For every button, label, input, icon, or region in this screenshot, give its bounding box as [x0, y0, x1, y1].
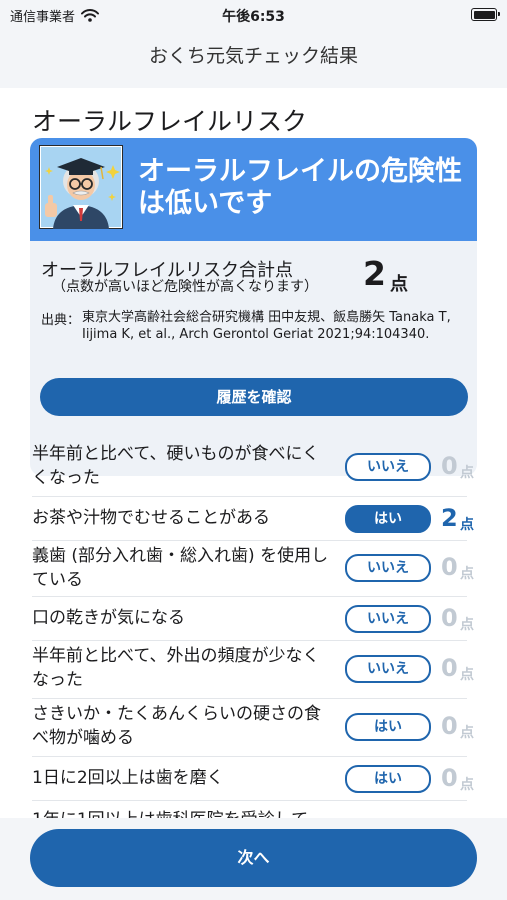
- question-text: 半年前と比べて、外出の頻度が少なくなった: [32, 646, 320, 690]
- question-score: 0: [441, 604, 458, 632]
- question-row: 半年前と比べて、硬いものが食べにくくなった いいえ 0 点: [32, 438, 474, 497]
- answer-pill: いいえ: [345, 554, 431, 582]
- status-bar: 通信事業者 午後6:53: [0, 0, 507, 28]
- score-value: 2: [363, 254, 386, 293]
- question-score: 0: [441, 712, 458, 740]
- question-score: 0: [441, 553, 458, 581]
- question-row: 1日に2回以上は歯を磨く はい 0 点: [32, 756, 474, 801]
- question-score-unit: 点: [460, 465, 474, 481]
- battery-icon: [471, 8, 500, 21]
- question-text: 1日に2回以上は歯を磨く: [32, 768, 224, 788]
- question-text: 半年前と比べて、硬いものが食べにくくなった: [32, 444, 320, 488]
- question-score-unit: 点: [460, 667, 474, 683]
- question-text: 義歯 (部分入れ歯・総入れ歯) を使用している: [32, 546, 329, 590]
- score-unit: 点: [390, 274, 408, 295]
- question-row: 義歯 (部分入れ歯・総入れ歯) を使用している いいえ 0 点: [32, 540, 474, 597]
- question-score-unit: 点: [460, 777, 474, 793]
- question-score: 0: [441, 764, 458, 792]
- risk-card: オーラルフレイルの危険性は低いです オーラルフレイルリスク合計点 （点数が高いほ…: [30, 138, 477, 476]
- question-row: 口の乾きが気になる いいえ 0 点: [32, 596, 474, 641]
- question-text: 1年に1回以上は歯科医院を受診して: [32, 808, 432, 818]
- question-score: 2: [441, 504, 458, 532]
- question-row: 半年前と比べて、外出の頻度が少なくなった いいえ 0 点: [32, 640, 474, 699]
- section-title: オーラルフレイルリスク: [32, 107, 308, 136]
- history-button[interactable]: 履歴を確認: [40, 378, 468, 416]
- answer-pill: いいえ: [345, 453, 431, 481]
- question-score-unit: 点: [460, 566, 474, 582]
- score-subtitle: （点数が高いほど危険性が高くなります）: [52, 279, 318, 295]
- answer-pill: はい: [345, 765, 431, 793]
- question-row: 1年に1回以上は歯科医院を受診して: [32, 800, 467, 818]
- question-row: お茶や汁物でむせることがある はい 2 点: [32, 496, 474, 541]
- next-button[interactable]: 次へ: [30, 829, 477, 887]
- answer-pill: はい: [345, 713, 431, 741]
- question-text: 口の乾きが気になる: [32, 608, 185, 628]
- source-label: 出典：: [41, 313, 81, 328]
- question-score: 0: [441, 654, 458, 682]
- risk-headline: オーラルフレイルの危険性は低いです: [138, 156, 462, 219]
- bottom-bar: 次へ: [0, 818, 507, 900]
- nav-title: おくち元気チェック結果: [148, 45, 358, 67]
- question-score-unit: 点: [460, 617, 474, 633]
- question-score-unit: 点: [460, 517, 474, 533]
- result-content[interactable]: オーラルフレイルリスク オーラルフレイルの危険性は低いです オーラルフレイルリス…: [0, 88, 507, 818]
- answer-pill: いいえ: [345, 655, 431, 683]
- doctor-illustration: [39, 145, 123, 229]
- risk-banner: オーラルフレイルの危険性は低いです: [30, 138, 477, 241]
- question-score: 0: [441, 452, 458, 480]
- answer-pill: はい: [345, 505, 431, 533]
- clock: 午後6:53: [222, 9, 285, 25]
- question-text: さきいか・たくあんくらいの硬さの食べ物が噛める: [32, 704, 321, 748]
- question-score-unit: 点: [460, 725, 474, 741]
- source-text: 東京大学高齢社会総合研究機構 田中友規、飯島勝矢 Tanaka T, Iijim…: [82, 310, 451, 342]
- answer-pill: いいえ: [345, 605, 431, 633]
- question-row: さきいか・たくあんくらいの硬さの食べ物が噛める はい 0 点: [32, 698, 474, 757]
- question-text: お茶や汁物でむせることがある: [32, 508, 270, 528]
